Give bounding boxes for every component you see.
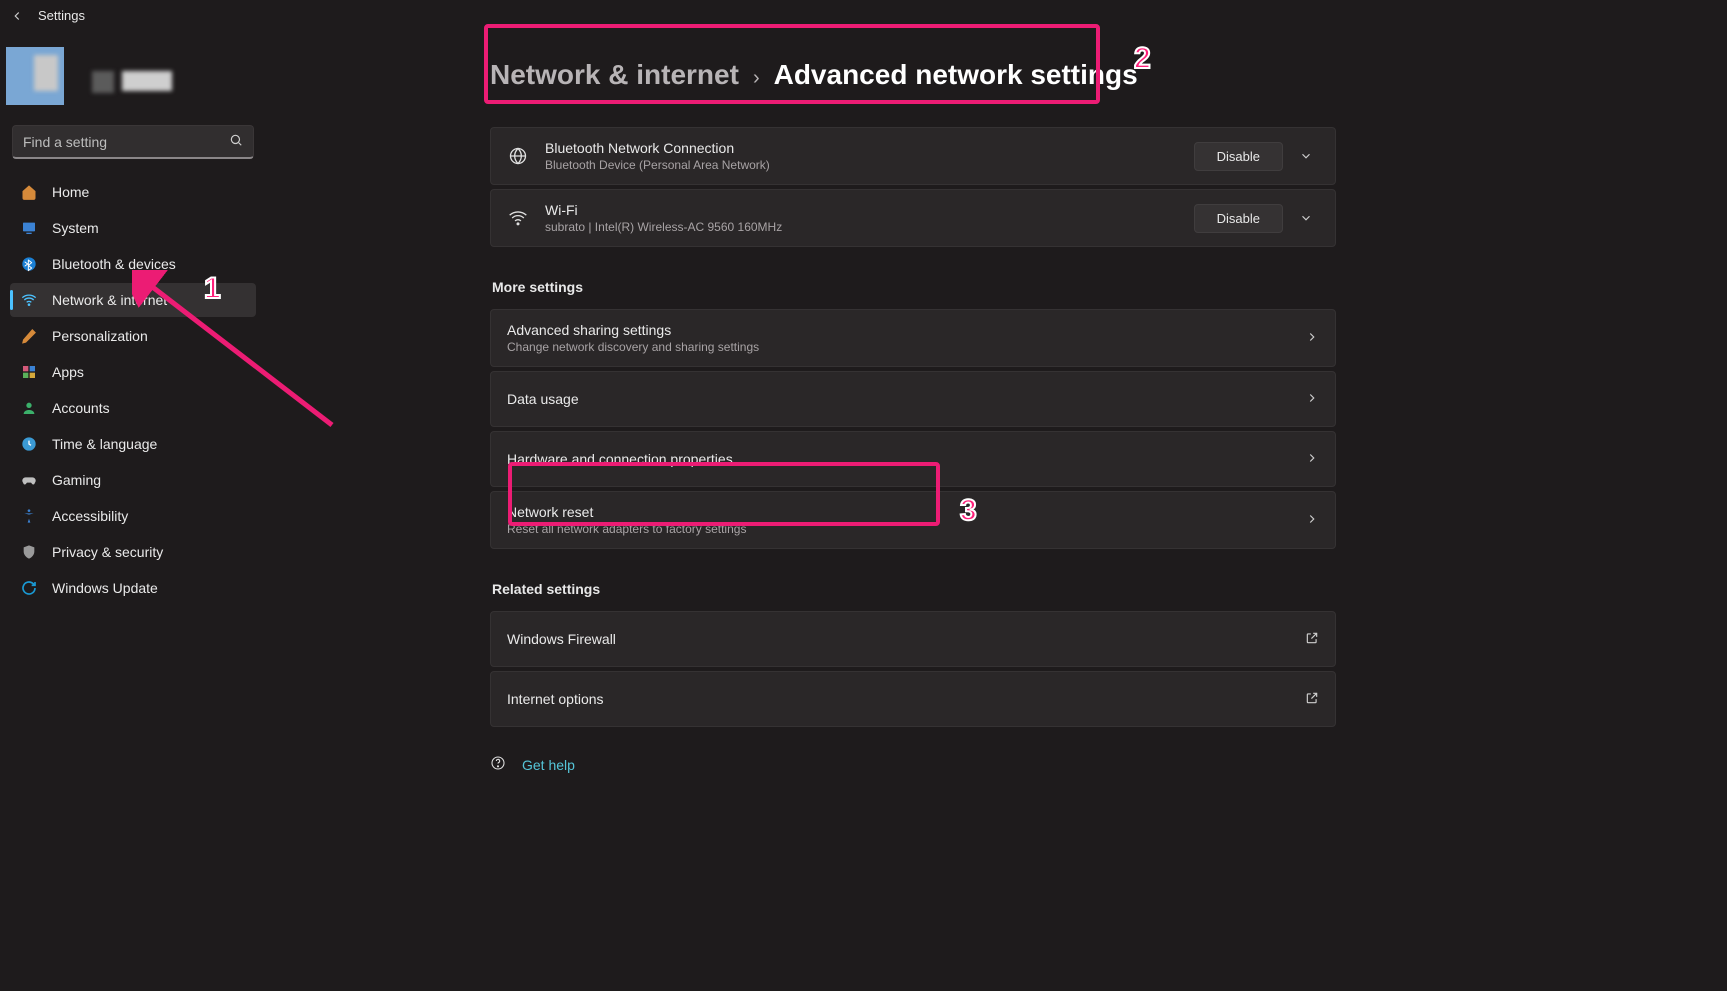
chevron-down-icon[interactable]: [1293, 143, 1319, 169]
sidebar-item-label: Time & language: [52, 436, 157, 452]
sidebar-item-accessibility[interactable]: Accessibility: [10, 499, 256, 533]
chevron-right-icon: [1305, 330, 1319, 347]
sidebar-item-update[interactable]: Windows Update: [10, 571, 256, 605]
accounts-icon: [20, 399, 38, 417]
sidebar-item-label: Gaming: [52, 472, 101, 488]
settings-item-title: Advanced sharing settings: [507, 322, 1289, 338]
accessibility-icon: [20, 507, 38, 525]
titlebar: Settings: [0, 0, 1727, 31]
main-content: Network & internet › Advanced network se…: [270, 31, 1727, 991]
sidebar-item-home[interactable]: Home: [10, 175, 256, 209]
system-icon: [20, 219, 38, 237]
sidebar-item-label: Windows Update: [52, 580, 158, 596]
sidebar-item-label: Accessibility: [52, 508, 128, 524]
section-related-settings: Related settings: [492, 581, 1336, 597]
adapter-subtitle: subrato | Intel(R) Wireless-AC 9560 160M…: [545, 220, 1178, 234]
settings-item-title: Internet options: [507, 691, 1289, 707]
settings-item-title: Hardware and connection properties: [507, 451, 1289, 467]
chevron-down-icon[interactable]: [1293, 205, 1319, 231]
adapter-title: Bluetooth Network Connection: [545, 140, 1178, 156]
external-link-icon: [1305, 691, 1319, 708]
breadcrumb: Network & internet › Advanced network se…: [490, 59, 1707, 91]
adapter-title: Wi-Fi: [545, 202, 1178, 218]
user-block: [6, 37, 260, 123]
sidebar-item-personalization[interactable]: Personalization: [10, 319, 256, 353]
chevron-right-icon: [1305, 451, 1319, 468]
chevron-right-icon: ›: [753, 67, 760, 90]
time-icon: [20, 435, 38, 453]
sidebar-item-accounts[interactable]: Accounts: [10, 391, 256, 425]
settings-item-network-reset[interactable]: Network reset Reset all network adapters…: [490, 491, 1336, 549]
settings-item-data-usage[interactable]: Data usage: [490, 371, 1336, 427]
adapter-card-wifi[interactable]: Wi-Fi subrato | Intel(R) Wireless-AC 956…: [490, 189, 1336, 247]
gaming-icon: [20, 471, 38, 489]
sidebar-item-label: Accounts: [52, 400, 110, 416]
sidebar: Home System Bluetooth & devices Network …: [0, 31, 270, 991]
sidebar-item-system[interactable]: System: [10, 211, 256, 245]
disable-button[interactable]: Disable: [1194, 142, 1283, 171]
sidebar-item-apps[interactable]: Apps: [10, 355, 256, 389]
settings-item-firewall[interactable]: Windows Firewall: [490, 611, 1336, 667]
personalization-icon: [20, 327, 38, 345]
sidebar-item-label: Bluetooth & devices: [52, 256, 176, 272]
settings-item-hardware-props[interactable]: Hardware and connection properties: [490, 431, 1336, 487]
bluetooth-icon: [20, 255, 38, 273]
settings-item-title: Network reset: [507, 504, 1289, 520]
settings-item-title: Data usage: [507, 391, 1289, 407]
sidebar-item-label: Network & internet: [52, 292, 167, 308]
breadcrumb-parent[interactable]: Network & internet: [490, 59, 739, 91]
wifi-icon: [507, 207, 529, 229]
search-field[interactable]: [23, 134, 229, 150]
update-icon: [20, 579, 38, 597]
sidebar-nav: Home System Bluetooth & devices Network …: [6, 175, 260, 605]
settings-item-title: Windows Firewall: [507, 631, 1289, 647]
adapter-card-bluetooth[interactable]: Bluetooth Network Connection Bluetooth D…: [490, 127, 1336, 185]
sidebar-item-label: Home: [52, 184, 89, 200]
network-icon: [20, 291, 38, 309]
help-icon: [490, 755, 506, 774]
chevron-right-icon: [1305, 512, 1319, 529]
sidebar-item-label: System: [52, 220, 99, 236]
breadcrumb-current: Advanced network settings: [774, 59, 1138, 91]
settings-item-advanced-sharing[interactable]: Advanced sharing settings Change network…: [490, 309, 1336, 367]
sidebar-item-privacy[interactable]: Privacy & security: [10, 535, 256, 569]
avatar: [6, 47, 64, 105]
sidebar-item-label: Privacy & security: [52, 544, 163, 560]
settings-item-internet-options[interactable]: Internet options: [490, 671, 1336, 727]
globe-icon: [507, 145, 529, 167]
app-title: Settings: [38, 8, 85, 23]
sidebar-item-gaming[interactable]: Gaming: [10, 463, 256, 497]
get-help-link[interactable]: Get help: [490, 755, 1336, 774]
sidebar-item-label: Apps: [52, 364, 84, 380]
adapter-subtitle: Bluetooth Device (Personal Area Network): [545, 158, 1178, 172]
sidebar-item-bluetooth[interactable]: Bluetooth & devices: [10, 247, 256, 281]
apps-icon: [20, 363, 38, 381]
sidebar-item-network[interactable]: Network & internet: [10, 283, 256, 317]
chevron-right-icon: [1305, 391, 1319, 408]
sidebar-item-label: Personalization: [52, 328, 148, 344]
home-icon: [20, 183, 38, 201]
get-help-label: Get help: [522, 757, 575, 773]
privacy-icon: [20, 543, 38, 561]
settings-item-subtitle: Change network discovery and sharing set…: [507, 340, 1289, 354]
back-icon[interactable]: [10, 9, 24, 23]
external-link-icon: [1305, 631, 1319, 648]
section-more-settings: More settings: [492, 279, 1336, 295]
sidebar-item-time[interactable]: Time & language: [10, 427, 256, 461]
search-input[interactable]: [12, 125, 254, 159]
search-icon: [229, 133, 243, 150]
disable-button[interactable]: Disable: [1194, 204, 1283, 233]
settings-item-subtitle: Reset all network adapters to factory se…: [507, 522, 1289, 536]
